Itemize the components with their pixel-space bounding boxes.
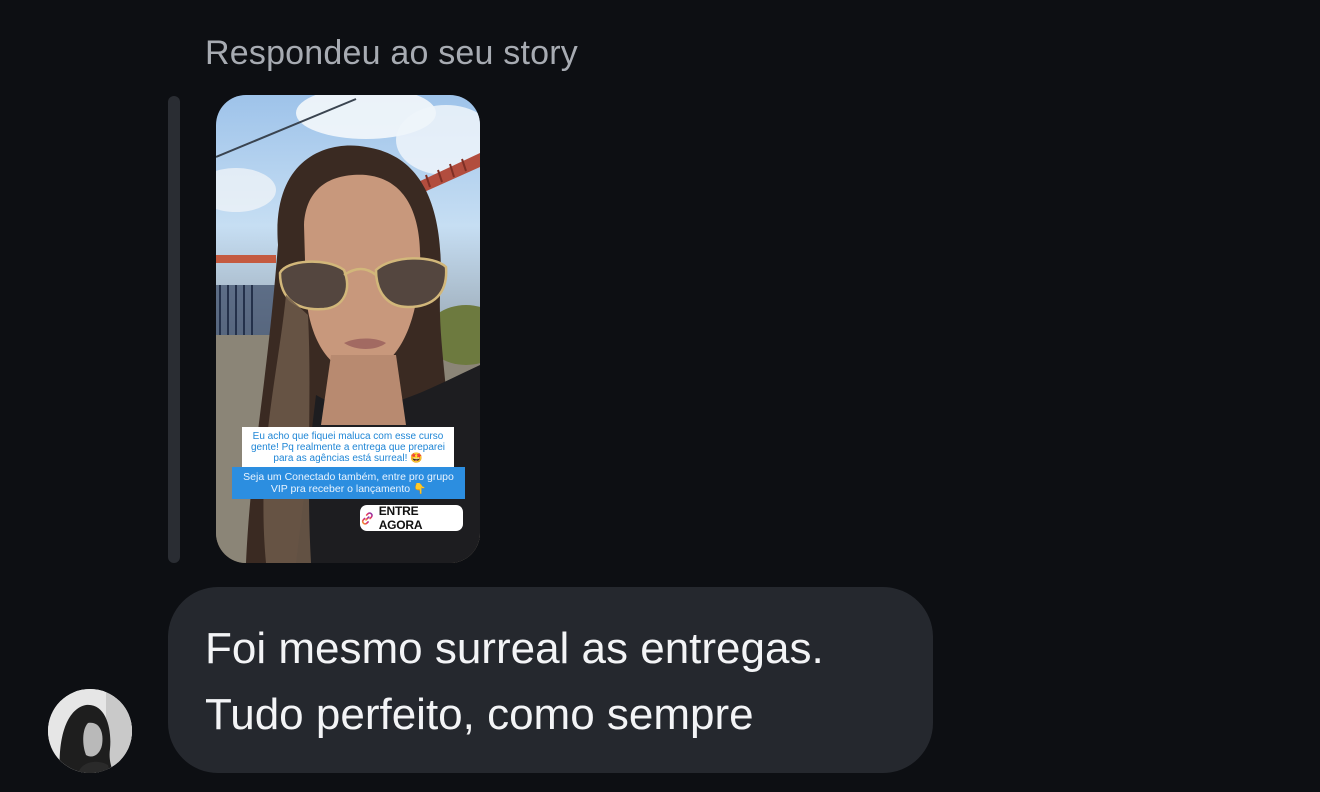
- message-line: Foi mesmo surreal as entregas.: [205, 624, 824, 673]
- story-link-sticker[interactable]: ENTRE AGORA: [360, 504, 463, 532]
- link-sticker-label: ENTRE AGORA: [378, 504, 423, 532]
- reply-quote-bar: [168, 96, 180, 563]
- story-cta-text: Seja um Conectado também, entre pro grup…: [232, 467, 465, 499]
- reply-header: Respondeu ao seu story: [205, 34, 578, 72]
- link-icon: [361, 511, 373, 525]
- message-line: Tudo perfeito, como sempre: [205, 690, 754, 739]
- message-bubble[interactable]: Foi mesmo surreal as entregas. Tudo perf…: [168, 587, 933, 773]
- story-thumbnail[interactable]: Eu acho que fiquei maluca com esse curso…: [216, 95, 480, 563]
- avatar-photo: [48, 689, 132, 773]
- sender-avatar[interactable]: [48, 689, 132, 773]
- story-caption: Eu acho que fiquei maluca com esse curso…: [242, 427, 454, 468]
